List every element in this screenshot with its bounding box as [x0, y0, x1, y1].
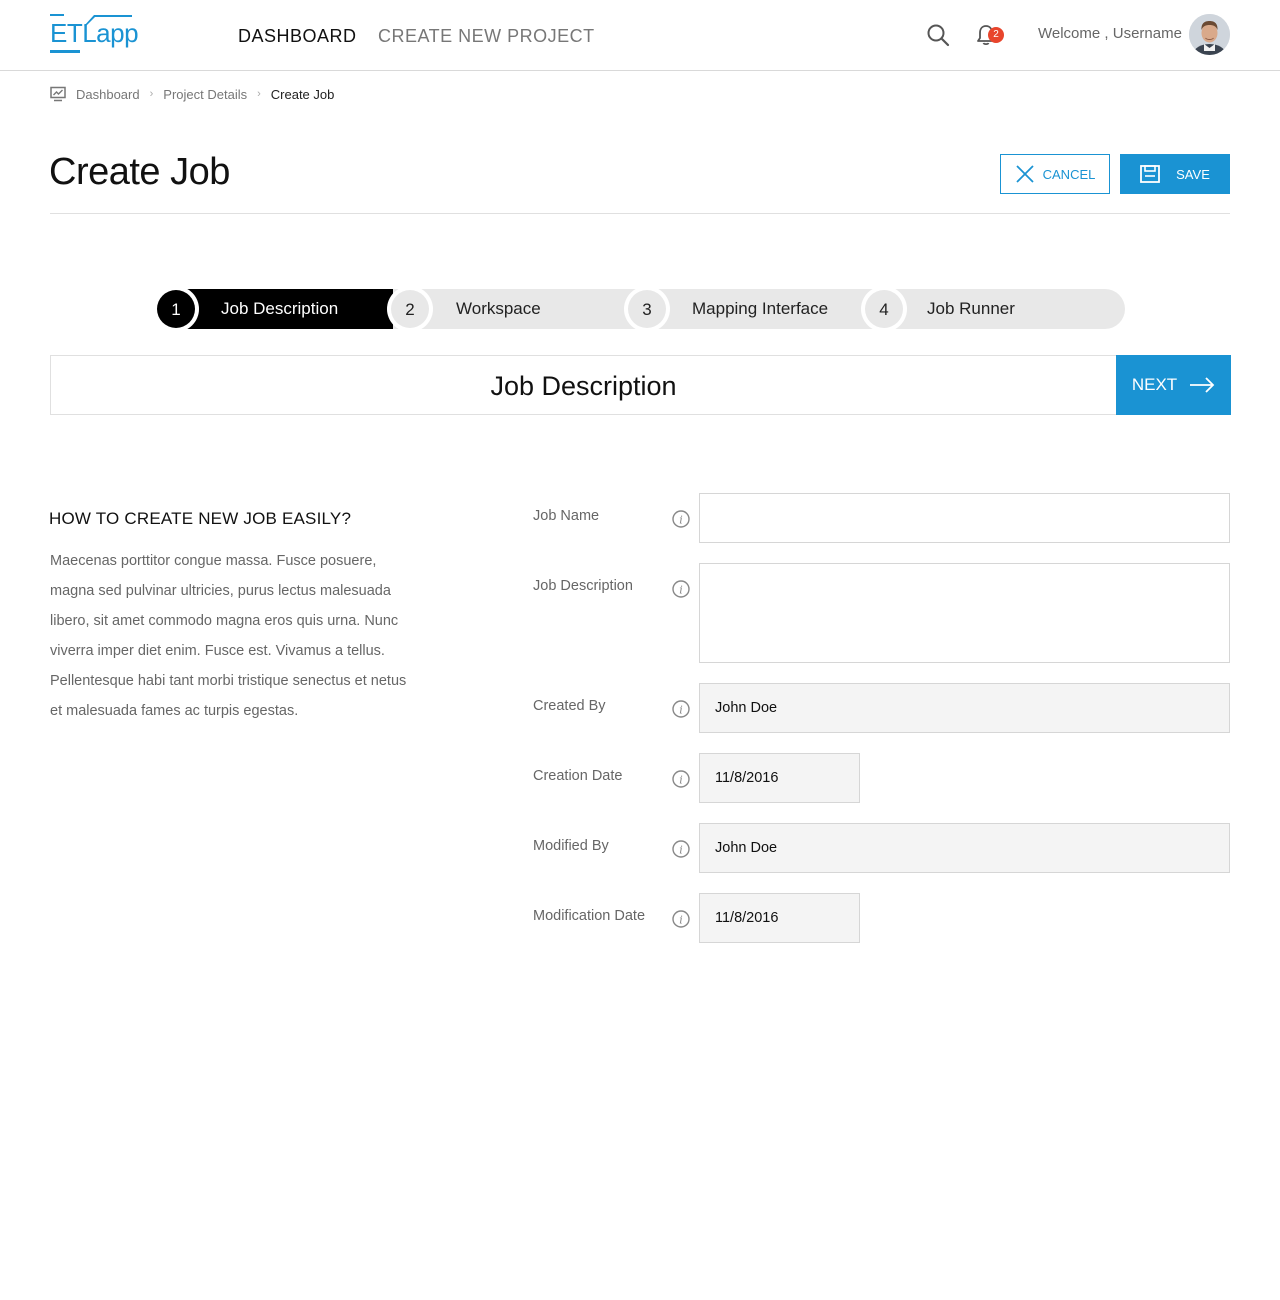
section-header: Job Description NEXT [50, 355, 1231, 415]
creation-date-row: Creation Date i [533, 753, 1230, 803]
svg-text:i: i [679, 844, 683, 857]
save-button[interactable]: SAVE [1120, 154, 1230, 194]
created-by-label: Created By [533, 698, 606, 714]
job-name-row: Job Name i [533, 493, 1230, 543]
modified-by-row: Modified By i [533, 823, 1230, 873]
breadcrumb-project-details[interactable]: Project Details [163, 87, 247, 102]
step-number: 3 [628, 290, 666, 328]
title-divider [50, 213, 1230, 214]
creation-date-label: Creation Date [533, 768, 623, 784]
creation-date-field [699, 753, 860, 803]
step-label: Job Runner [927, 299, 1015, 318]
svg-text:i: i [679, 704, 683, 717]
job-description-row: Job Description i [533, 563, 1230, 663]
svg-text:i: i [679, 514, 683, 527]
step-label: Workspace [456, 299, 541, 318]
next-button-label: NEXT [1131, 375, 1178, 394]
next-button[interactable]: NEXT [1116, 355, 1231, 415]
close-icon [1015, 165, 1034, 183]
cancel-button-label: CANCEL [1042, 166, 1096, 182]
search-icon[interactable] [926, 23, 950, 47]
dashboard-monitor-icon [50, 86, 66, 102]
help-text: Maecenas porttitor congue massa. Fusce p… [50, 553, 407, 719]
job-name-input[interactable] [699, 493, 1230, 543]
created-by-field [699, 683, 1230, 733]
job-description-label: Job Description [533, 578, 633, 594]
nav-dashboard[interactable]: DASHBOARD [238, 25, 357, 47]
modification-date-label: Modification Date [533, 908, 646, 924]
info-icon[interactable]: i [672, 580, 690, 598]
top-header: ETLapp DASHBOARD CREATE NEW PROJECT 2 We… [0, 0, 1280, 71]
step-number-circle: 4 [861, 286, 907, 332]
avatar[interactable] [1189, 14, 1230, 55]
breadcrumb-create-job: Create Job [270, 86, 335, 102]
info-icon[interactable]: i [672, 510, 690, 528]
info-icon[interactable]: i [672, 700, 690, 718]
cancel-button[interactable]: CANCEL [1000, 154, 1110, 194]
step-number: 2 [391, 290, 429, 328]
help-title: HOW TO CREATE NEW JOB EASILY? [49, 509, 352, 528]
job-name-label: Job Name [533, 508, 600, 524]
svg-text:i: i [679, 774, 683, 787]
modification-date-field [699, 893, 860, 943]
section-title: Job Description [490, 371, 677, 401]
nav-create-new-project[interactable]: CREATE NEW PROJECT [378, 25, 595, 47]
logo-bar-top [50, 14, 64, 16]
info-icon[interactable]: i [672, 770, 690, 788]
logo-bar-bottom [50, 50, 80, 53]
modified-by-label: Modified By [533, 838, 609, 854]
svg-text:i: i [679, 584, 683, 597]
page-title: Create Job [49, 151, 230, 193]
chevron-right-icon: › [257, 88, 261, 100]
step-number-circle: 3 [624, 286, 670, 332]
notification-badge: 2 [988, 27, 1004, 43]
modification-date-row: Modification Date i [533, 893, 1230, 943]
job-description-textarea[interactable] [699, 563, 1230, 663]
breadcrumb-dashboard[interactable]: Dashboard [76, 87, 140, 102]
arrow-right-icon [1190, 377, 1215, 393]
step-number-circle: 2 [387, 286, 433, 332]
save-button-label: SAVE [1176, 166, 1210, 182]
logo-text: ETLapp [50, 18, 139, 48]
wizard-stepper: 1 Job Description 2 Workspace 3 Mapping … [153, 286, 1125, 332]
user-avatar-icon [1189, 14, 1230, 55]
modified-by-field [699, 823, 1230, 873]
etlapp-logo[interactable]: ETLapp [50, 14, 139, 56]
save-icon [1140, 165, 1161, 183]
breadcrumb: Dashboard › Project Details › Create Job [50, 85, 334, 103]
info-icon[interactable]: i [672, 910, 690, 928]
chevron-right-icon: › [149, 88, 154, 100]
svg-text:i: i [679, 914, 683, 927]
step-label: Job Description [221, 299, 339, 318]
created-by-row: Created By i [533, 683, 1230, 733]
step-label: Mapping Interface [692, 299, 829, 318]
step-number-circle: 1 [153, 286, 199, 332]
welcome-text: Welcome , Username [1038, 25, 1182, 42]
step-number: 1 [157, 290, 195, 328]
step-number: 4 [865, 290, 903, 328]
info-icon[interactable]: i [672, 840, 690, 858]
